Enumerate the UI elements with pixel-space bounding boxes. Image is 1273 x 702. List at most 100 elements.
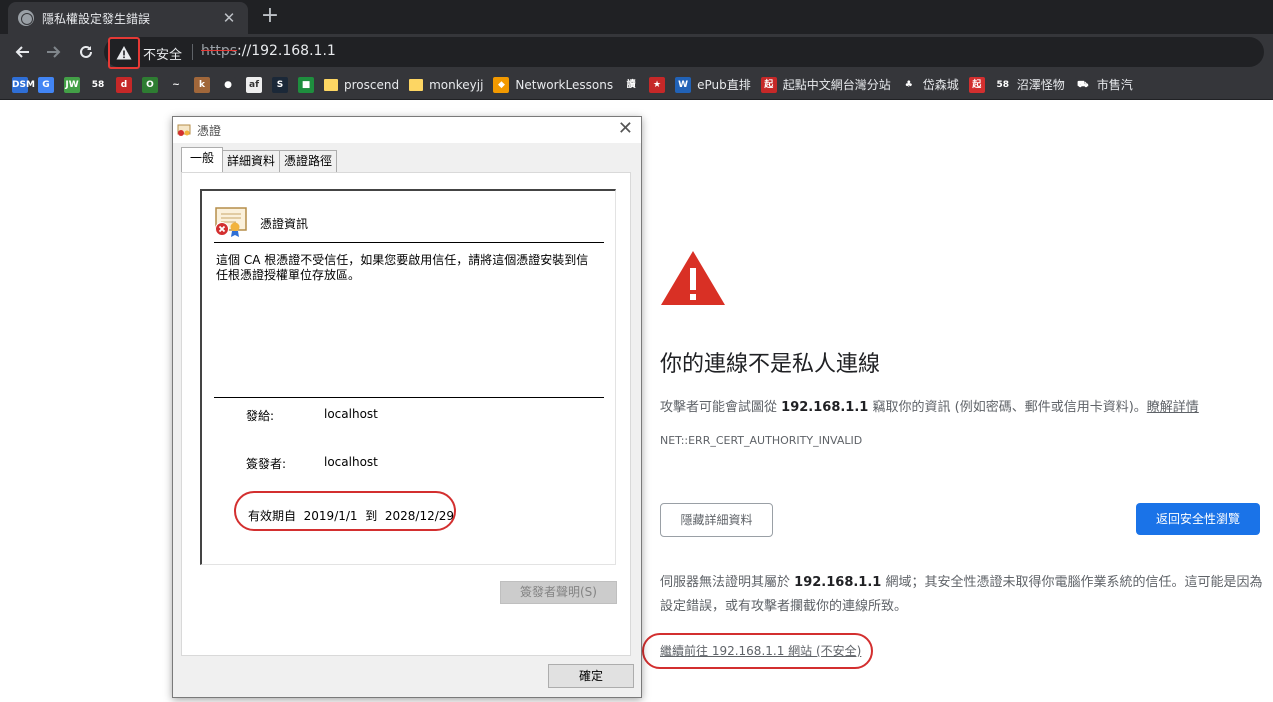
valid-from-value: 2019/1/1 [303, 509, 358, 523]
tab-strip: 隱私權設定發生錯誤 ✕ + [0, 0, 1273, 34]
bookmark-label: ePub直排 [697, 78, 751, 92]
untrusted-root-warning: 這個 CA 根憑證不受信任，如果您要啟用信任，請將這個憑證安裝到信任根憑證授權單… [216, 253, 589, 282]
bookmark-label: 沼澤怪物 [1016, 78, 1065, 92]
bookmark-favicon-icon: DSM [12, 76, 35, 93]
not-secure-label[interactable]: 不安全 [143, 44, 182, 63]
valid-to-value: 2028/12/29 [384, 509, 455, 523]
bookmark-favicon-icon: JW [64, 76, 80, 93]
folder-icon [324, 78, 338, 91]
bookmark-item[interactable]: DSM [12, 76, 35, 93]
ok-button[interactable]: 確定 [548, 664, 634, 688]
bookmark-label: proscend [344, 77, 400, 92]
bookmark-label: monkeyjj [429, 77, 484, 92]
certificate-icon [177, 124, 191, 136]
bookmark-label: 岱森城 [922, 78, 959, 92]
bookmark-item[interactable]: JW [64, 76, 80, 93]
desc-text: 竊取你的資訊 (例如密碼、郵件或信用卡資料)。 [872, 400, 1147, 415]
bookmark-favicon-icon: 起 [760, 76, 777, 93]
cert-info-title: 憑證資訊 [260, 217, 309, 231]
back-to-safety-button[interactable]: 返回安全性瀏覽 [1136, 503, 1260, 535]
toolbar: 不安全 https://192.168.1.1 [0, 34, 1273, 70]
bookmark-item[interactable]: ⛟ 市售汽 [1074, 76, 1133, 93]
tab-general[interactable]: 一般 [181, 147, 224, 172]
bookmark-item[interactable]: k [194, 76, 210, 93]
error-code: NET::ERR_CERT_AUTHORITY_INVALID [660, 434, 863, 447]
url-host: ://192.168.1.1 [237, 43, 336, 59]
validity-period: 有效期自 2019/1/1 到 2028/12/29 [248, 507, 454, 524]
explain-text: 伺服器無法證明其屬於 [660, 575, 791, 590]
bookmark-item[interactable]: G [38, 76, 54, 93]
bookmark-item[interactable]: ● [220, 76, 236, 93]
hide-details-button[interactable]: 隱藏詳細資料 [660, 503, 773, 537]
bookmark-favicon-icon: ● [220, 76, 236, 93]
proceed-unsafe-link[interactable]: 繼續前往 192.168.1.1 網站 (不安全) [660, 642, 861, 659]
bookmark-favicon-icon: G [38, 76, 54, 93]
bookmark-item[interactable]: 起 [968, 76, 985, 93]
bookmark-item[interactable]: 起起點中文網台灣分站 [760, 76, 891, 93]
bookmark-favicon-icon: k [194, 76, 210, 93]
forward-arrow-icon[interactable] [40, 38, 68, 66]
bookmark-item[interactable]: ◆ NetworkLessons [493, 76, 613, 93]
bookmark-favicon-icon: O [142, 76, 158, 93]
dialog-titlebar[interactable]: 憑證 ✕ [173, 117, 641, 143]
bookmark-item[interactable]: 讀 [623, 76, 640, 93]
browser-tab[interactable]: 隱私權設定發生錯誤 ✕ [8, 2, 248, 34]
bookmark-favicon-icon: 起 [968, 76, 985, 93]
issuer-statement-button[interactable]: 簽發者聲明(S) [500, 581, 617, 604]
tab-close-icon[interactable]: ✕ [220, 9, 238, 27]
tab-details[interactable]: 詳細資料 [222, 150, 281, 172]
bookmark-favicon-icon: ◆ [493, 76, 510, 93]
valid-from-label: 有效期自 [248, 509, 297, 523]
bookmark-item[interactable]: ♣ 岱森城 [900, 76, 959, 93]
bookmark-item[interactable]: O [142, 76, 158, 93]
security-warning-chip[interactable] [108, 37, 140, 69]
bookmark-item[interactable]: monkeyjj [409, 78, 483, 92]
bookmark-item[interactable]: proscend [324, 78, 399, 92]
bookmarks-bar: DSM G JW 58 d O ~ k ● af S ■ proscend monkeyjj ◆ Networ… [0, 70, 1273, 100]
bookmark-favicon-icon: ~ [168, 76, 184, 93]
bookmark-favicon-icon: ⛟ [1074, 76, 1091, 93]
bookmark-item[interactable]: ~ [168, 76, 184, 93]
bookmark-favicon-icon: ★ [649, 76, 666, 93]
bookmark-item[interactable]: 58 沼澤怪物 [994, 76, 1065, 93]
folder-icon [409, 78, 424, 91]
dialog-title: 憑證 [197, 124, 222, 138]
dialog-close-icon[interactable]: ✕ [618, 118, 633, 139]
url-text[interactable]: https://192.168.1.1 [201, 43, 336, 59]
omnibox-separator [192, 44, 193, 60]
error-explanation: 伺服器無法證明其屬於 192.168.1.1 網域；其安全性憑證未取得你電腦作業… [660, 571, 1265, 619]
bookmark-label: 起點中文網台灣分站 [782, 78, 891, 92]
tab-cert-path[interactable]: 憑證路徑 [279, 150, 338, 172]
bookmark-item[interactable]: d [116, 76, 132, 93]
page-title: 你的連線不是私人連線 [660, 352, 881, 377]
bookmark-label: 市售汽 [1096, 78, 1133, 92]
bookmark-item[interactable]: ★ [649, 76, 666, 93]
bookmark-favicon-icon: af [246, 76, 262, 93]
desc-text: 攻擊者可能會試圖從 [660, 400, 778, 415]
url-scheme: https [201, 43, 238, 59]
bookmark-favicon-icon: d [116, 76, 132, 93]
bookmark-favicon-icon: S [272, 76, 288, 93]
back-arrow-icon[interactable] [8, 38, 36, 66]
bookmark-item[interactable]: S [272, 76, 288, 93]
bookmark-favicon-icon: 讀 [623, 76, 640, 93]
new-tab-icon[interactable]: + [258, 4, 282, 28]
globe-icon [18, 10, 34, 26]
untrusted-certificate-icon [215, 207, 247, 237]
bookmark-item[interactable]: af [246, 76, 262, 93]
bookmark-favicon-icon: 58 [994, 76, 1011, 93]
bookmark-item[interactable]: WePub直排 [675, 76, 751, 93]
learn-more-link[interactable]: 瞭解詳情 [1147, 400, 1199, 415]
issued-to-label: 發給: [246, 409, 275, 423]
error-description: 攻擊者可能會試圖從 192.168.1.1 竊取你的資訊 (例如密碼、郵件或信用… [660, 396, 1199, 415]
reload-icon[interactable] [72, 38, 100, 66]
desc-host: 192.168.1.1 [781, 400, 869, 415]
dialog-tabs: 一般 詳細資料 憑證路徑 [181, 147, 338, 172]
valid-to-label: 到 [365, 509, 378, 523]
bookmark-item[interactable]: ■ [298, 76, 314, 93]
bookmark-favicon-icon: W [675, 76, 692, 93]
bookmark-item[interactable]: 58 [90, 76, 106, 93]
bookmark-favicon-icon: ■ [298, 76, 314, 93]
address-bar[interactable]: 不安全 https://192.168.1.1 [104, 37, 1264, 69]
warning-triangle-icon [661, 251, 725, 305]
